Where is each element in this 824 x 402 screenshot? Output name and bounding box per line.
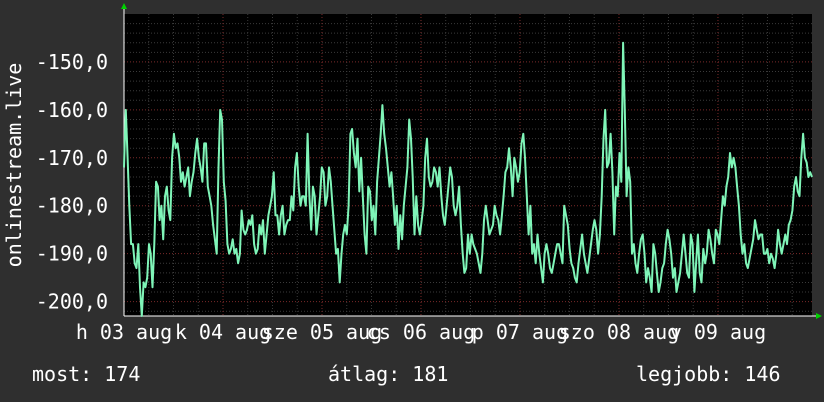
- plot-area: [124, 14, 812, 316]
- x-tick-label: k 04 aug: [175, 320, 271, 344]
- y-tick-label: -200,0: [36, 290, 108, 314]
- y-tick-label: -180,0: [36, 194, 108, 218]
- y-tick-label: -190,0: [36, 242, 108, 266]
- best-value: legjobb: 146: [636, 362, 781, 386]
- x-tick-label: sze 05 aug: [262, 320, 382, 344]
- x-tick-label: p 07 aug: [472, 320, 568, 344]
- y-tick-label: -150,0: [36, 50, 108, 74]
- average-value: átlag: 181: [328, 362, 449, 386]
- x-tick-label: v 09 aug: [670, 320, 766, 344]
- y-tick-label: -170,0: [36, 146, 108, 170]
- stats-bar: most: 174 átlag: 181 legjobb: 146: [0, 362, 824, 392]
- current-value: most: 174: [32, 362, 141, 386]
- y-tick-label: -160,0: [36, 98, 108, 122]
- y-axis-label: onlinestream.live: [2, 63, 26, 268]
- x-tick-label: cs 06 aug: [367, 320, 475, 344]
- x-tick-label: szo 08 aug: [559, 320, 679, 344]
- x-tick-label: h 03 aug: [76, 320, 172, 344]
- line-chart: -150,0 -160,0 -170,0 -180,0 -190,0 -200,0 h 0…: [0, 0, 824, 402]
- x-tick-labels: h 03 aug k 04 augsze 05 augcs 06 augp 07 …: [76, 320, 766, 344]
